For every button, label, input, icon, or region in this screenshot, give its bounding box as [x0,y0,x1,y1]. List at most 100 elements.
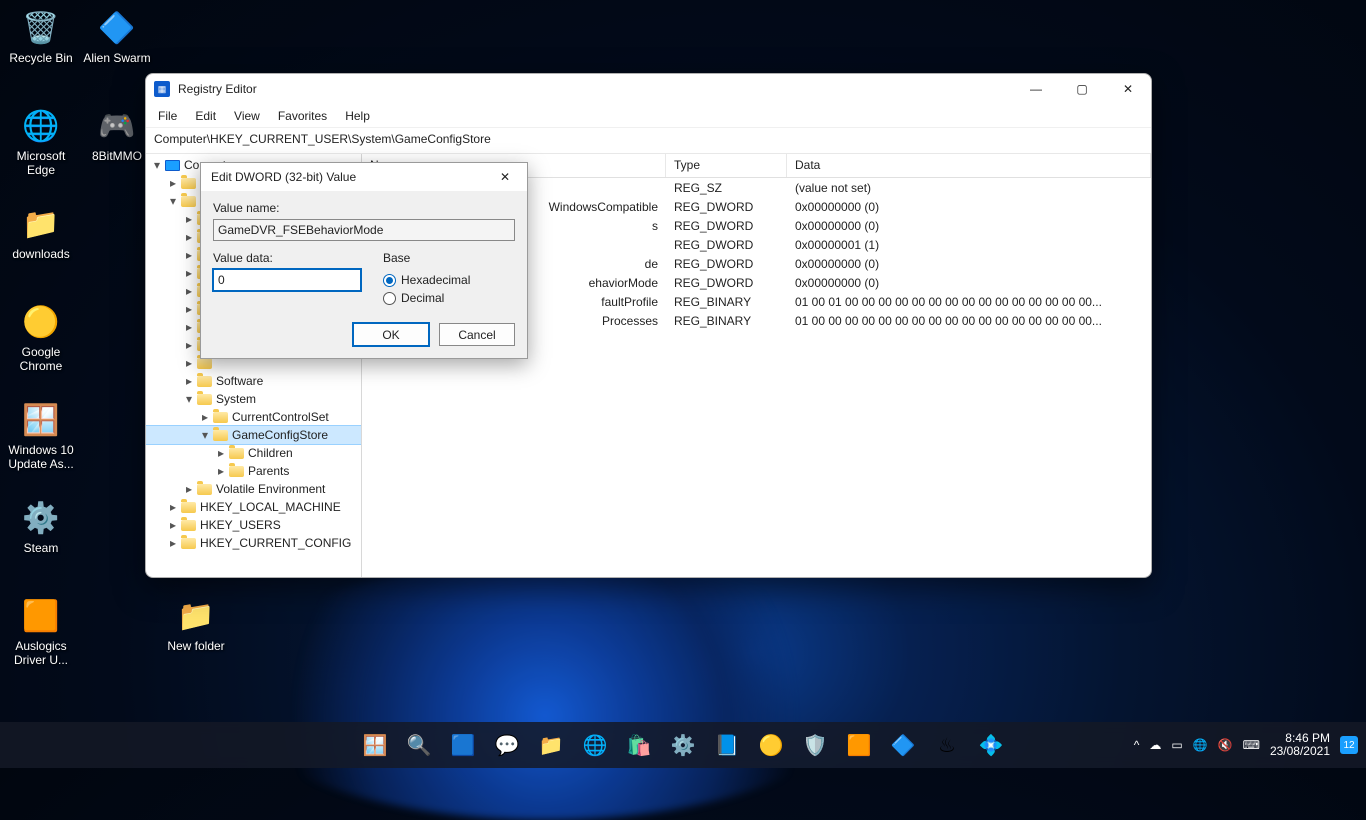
menu-item[interactable]: Edit [187,107,224,125]
tree-twisty-icon[interactable]: ▸ [166,518,180,532]
value-data-input[interactable] [213,269,361,291]
cell-type: REG_BINARY [666,314,787,328]
tray-chevron-icon[interactable]: ^ [1134,738,1140,752]
minimize-button[interactable]: — [1013,74,1059,104]
tree-node[interactable]: ▸HKEY_CURRENT_CONFIG [146,534,361,552]
taskbar-search-icon[interactable]: 🔍 [399,725,439,765]
cell-data: 0x00000000 (0) [787,276,1151,290]
ok-button[interactable]: OK [353,323,429,346]
desktop-icon[interactable]: 🌐Microsoft Edge [3,104,79,177]
desktop-icon[interactable]: 🪟Windows 10 Update As... [3,398,79,471]
taskbar-brave-icon[interactable]: 🟧 [839,725,879,765]
tree-twisty-icon[interactable]: ▸ [182,212,196,226]
radio-hexadecimal[interactable]: Hexadecimal [383,273,515,287]
col-type[interactable]: Type [666,154,787,177]
tree-twisty-icon[interactable]: ▾ [198,428,212,442]
desktop-icon[interactable]: 📁downloads [3,202,79,261]
menu-item[interactable]: Help [337,107,378,125]
taskbar[interactable]: 🪟🔍🟦💬📁🌐🛍️⚙️📘🟡🛡️🟧🔷♨💠 ^ ☁ ▭ 🌐 🔇 ⌨ 8:46 PM 2… [0,722,1366,768]
taskbar-explorer-icon[interactable]: 📁 [531,725,571,765]
taskbar-settings-icon[interactable]: ⚙️ [663,725,703,765]
taskbar-widgets-icon[interactable]: 🟦 [443,725,483,765]
tray-keyboard-icon[interactable]: ⌨ [1243,738,1260,752]
tree-twisty-icon[interactable]: ▸ [182,356,196,370]
tree-twisty-icon[interactable]: ▾ [150,158,164,172]
dialog-close-button[interactable]: ✕ [485,164,525,190]
taskbar-word-icon[interactable]: 📘 [707,725,747,765]
taskbar-store-icon[interactable]: 🛍️ [619,725,659,765]
taskbar-chat-icon[interactable]: 💬 [487,725,527,765]
tree-twisty-icon[interactable]: ▸ [182,482,196,496]
maximize-button[interactable]: ▢ [1059,74,1105,104]
tree-node[interactable]: ▸Parents [146,462,361,480]
tree-node-label: System [216,392,256,406]
desktop-icon[interactable]: 📁New folder [158,594,234,653]
desktop-icon[interactable]: 🟡Google Chrome [3,300,79,373]
radio-hex-label: Hexadecimal [401,273,470,287]
menu-item[interactable]: View [226,107,268,125]
tree-twisty-icon[interactable]: ▸ [214,446,228,460]
address-bar[interactable]: Computer\HKEY_CURRENT_USER\System\GameCo… [146,128,1151,154]
tray-network-icon[interactable]: 🌐 [1193,738,1208,752]
tree-twisty-icon[interactable]: ▸ [182,266,196,280]
tree-twisty-icon[interactable]: ▸ [182,230,196,244]
titlebar[interactable]: ▦ Registry Editor — ▢ ✕ [146,74,1151,104]
menu-item[interactable]: File [150,107,185,125]
tree-twisty-icon[interactable]: ▸ [166,536,180,550]
cancel-button[interactable]: Cancel [439,323,515,346]
taskbar-chrome-icon[interactable]: 🟡 [751,725,791,765]
tree-twisty-icon[interactable]: ▸ [182,302,196,316]
tree-node[interactable]: ▸CurrentControlSet [146,408,361,426]
desktop-icon[interactable]: ⚙️Steam [3,496,79,555]
window-title: Registry Editor [178,82,1013,96]
tree-twisty-icon[interactable]: ▸ [182,284,196,298]
dialog-title: Edit DWORD (32-bit) Value [211,170,485,184]
desktop-icon-glyph: 🟡 [19,300,63,344]
tree-node[interactable]: ▸Children [146,444,361,462]
tree-twisty-icon[interactable]: ▸ [214,464,228,478]
desktop-icon-label: Google Chrome [3,345,79,373]
desktop-icon[interactable]: 🟧Auslogics Driver U... [3,594,79,667]
taskbar-steam-icon[interactable]: ♨ [927,725,967,765]
desktop-icon[interactable]: 🎮8BitMMO [79,104,155,163]
tree-twisty-icon[interactable]: ▸ [182,338,196,352]
tree-twisty-icon[interactable]: ▸ [166,500,180,514]
desktop-icon[interactable]: 🔷Alien Swarm [79,6,155,65]
tree-twisty-icon[interactable]: ▾ [166,194,180,208]
tree-twisty-icon[interactable]: ▸ [166,176,180,190]
tree-node[interactable]: ▸Volatile Environment [146,480,361,498]
edit-dword-dialog: Edit DWORD (32-bit) Value ✕ Value name: … [200,162,528,359]
folder-icon [228,463,244,479]
taskbar-app-icon[interactable]: 💠 [971,725,1011,765]
tray-volume-icon[interactable]: 🔇 [1218,738,1233,752]
notification-badge[interactable]: 12 [1340,736,1358,754]
dialog-titlebar[interactable]: Edit DWORD (32-bit) Value ✕ [201,163,527,191]
value-name-input[interactable] [213,219,515,241]
tree-twisty-icon[interactable]: ▾ [182,392,196,406]
taskbar-security-icon[interactable]: 🛡️ [795,725,835,765]
tree-node[interactable]: ▾ System [146,390,361,408]
col-data[interactable]: Data [787,154,1151,177]
system-tray[interactable]: ^ ☁ ▭ 🌐 🔇 ⌨ 8:46 PM 23/08/2021 12 [1134,732,1358,758]
taskbar-edge-icon[interactable]: 🌐 [575,725,615,765]
taskbar-alien-icon[interactable]: 🔷 [883,725,923,765]
tray-battery-icon[interactable]: ▭ [1171,738,1182,752]
tree-twisty-icon[interactable]: ▸ [198,410,212,424]
tree-node[interactable]: ▸HKEY_LOCAL_MACHINE [146,498,361,516]
desktop-icon[interactable]: 🗑️Recycle Bin [3,6,79,65]
taskbar-start-icon[interactable]: 🪟 [355,725,395,765]
desktop-icon-label: Auslogics Driver U... [3,639,79,667]
radio-decimal[interactable]: Decimal [383,291,515,305]
tree-twisty-icon[interactable]: ▸ [182,248,196,262]
tree-node[interactable]: ▸HKEY_USERS [146,516,361,534]
desktop-icon-label: Microsoft Edge [3,149,79,177]
tree-node[interactable]: ▸Software [146,372,361,390]
menu-item[interactable]: Favorites [270,107,335,125]
tree-node[interactable]: ▾GameConfigStore [146,426,361,444]
tree-twisty-icon[interactable]: ▸ [182,374,196,388]
tray-cloud-icon[interactable]: ☁ [1149,738,1161,752]
taskbar-clock[interactable]: 8:46 PM 23/08/2021 [1270,732,1330,758]
folder-icon [228,445,244,461]
tree-twisty-icon[interactable]: ▸ [182,320,196,334]
close-button[interactable]: ✕ [1105,74,1151,104]
